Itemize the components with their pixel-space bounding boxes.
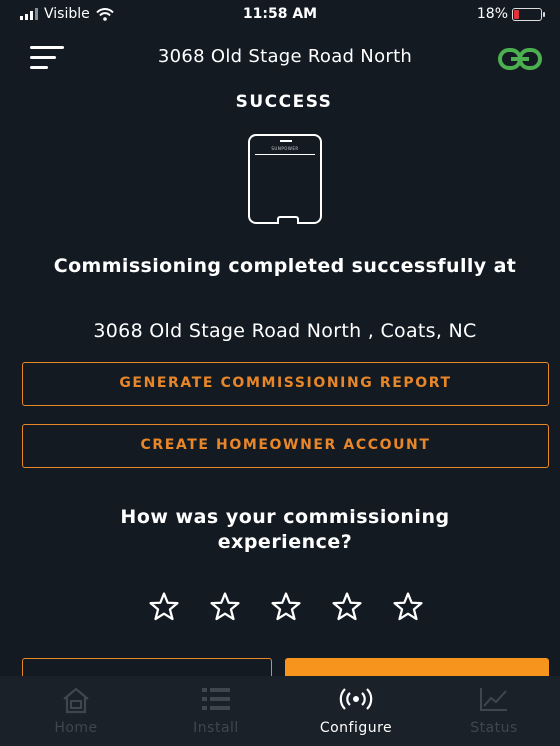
battery-percent: 18%	[476, 6, 508, 22]
battery-icon	[512, 7, 545, 21]
tab-configure[interactable]: Configure	[286, 676, 426, 746]
generate-report-button[interactable]: GENERATE COMMISSIONING REPORT	[22, 362, 549, 406]
tab-configure-label: Configure	[319, 720, 393, 736]
completion-message: Commissioning completed successfully at	[53, 255, 517, 277]
device-icon: SUNPOWER	[248, 134, 322, 224]
device-brand: SUNPOWER	[271, 146, 299, 151]
star-icon[interactable]	[267, 590, 305, 624]
tab-status-label: Status	[470, 720, 518, 736]
star-icon[interactable]	[389, 590, 427, 624]
star-icon[interactable]	[206, 590, 244, 624]
status-bar: Visible 11:58 AM 18%	[0, 0, 560, 30]
create-account-button[interactable]: CREATE HOMEOWNER ACCOUNT	[22, 424, 549, 468]
page-title: 3068 Old Stage Road North	[157, 46, 413, 67]
battery-group: 18%	[476, 6, 545, 22]
star-rating[interactable]	[0, 590, 560, 628]
home-icon	[63, 687, 89, 714]
site-address: 3068 Old Stage Road North , Coats, NC	[93, 320, 477, 342]
feedback-question: How was your commissioning experience?	[120, 506, 450, 553]
tab-status[interactable]: Status	[424, 676, 560, 746]
star-icon[interactable]	[145, 590, 183, 624]
link-icon[interactable]	[498, 46, 542, 72]
star-icon[interactable]	[328, 590, 366, 624]
chart-icon	[480, 688, 507, 711]
list-icon	[202, 688, 230, 710]
tab-home-label: Home	[54, 720, 98, 736]
tab-install-label: Install	[193, 720, 239, 736]
primary-action-button[interactable]	[285, 658, 549, 678]
tab-install[interactable]: Install	[146, 676, 286, 746]
status-heading: SUCCESS	[235, 92, 333, 112]
tab-bar: Home Install Configure Status	[0, 676, 560, 746]
broadcast-icon	[339, 688, 373, 710]
tab-home[interactable]: Home	[6, 676, 146, 746]
